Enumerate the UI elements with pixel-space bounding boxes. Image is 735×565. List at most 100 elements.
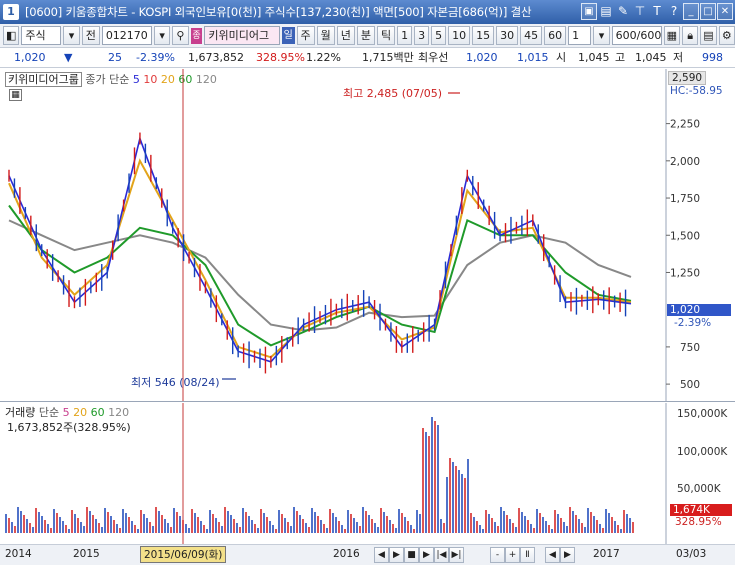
best-ask-label: 최우선 <box>418 51 449 64</box>
chevron-down-icon[interactable]: ▾ <box>63 26 80 45</box>
code-dropdown-icon[interactable]: ▾ <box>153 26 171 45</box>
type-select[interactable]: 주식 <box>21 26 62 45</box>
open-price: 1,045 <box>578 51 610 64</box>
volume-tick-100k: 100,000K <box>677 446 728 458</box>
window-number: 1 <box>3 4 19 20</box>
period-tick-button[interactable]: 틱 <box>377 26 396 45</box>
maximize-icon[interactable]: □ <box>700 3 716 20</box>
period-week-button[interactable]: 주 <box>296 26 315 45</box>
last-button[interactable]: ▶| <box>449 547 464 563</box>
interval-60-button[interactable]: 60 <box>544 26 567 45</box>
low-label: 저 <box>673 51 684 64</box>
volume-panel[interactable]: 거래량 단순 5 20 60 120 1,673,852주(328.95%) 1… <box>0 403 735 544</box>
date-2017: 2017 <box>593 548 620 560</box>
price-tick-label: 1,500 <box>670 230 700 242</box>
volume: 1,673,852 <box>188 51 244 64</box>
interval-10-button[interactable]: 10 <box>448 26 471 45</box>
menu-icon[interactable]: ◧ <box>3 26 20 45</box>
volume-tick-50k: 50,000K <box>677 483 721 495</box>
play-button[interactable]: ▶ <box>419 547 434 563</box>
volume-pct-tag: 328.95% <box>675 516 722 528</box>
change-percent: -2.39% <box>136 51 175 64</box>
zoom-in-button[interactable]: + <box>505 547 520 563</box>
best-ask: 1,020 <box>466 51 498 64</box>
date-current: 03/03 <box>676 548 707 560</box>
interval-15-button[interactable]: 15 <box>472 26 495 45</box>
pin-icon[interactable]: ⊤ <box>632 3 648 20</box>
font-icon[interactable]: T <box>649 3 665 20</box>
turnover: 1.22% <box>306 51 341 64</box>
period-month-button[interactable]: 월 <box>316 26 335 45</box>
pause-button[interactable]: Ⅱ <box>520 547 535 563</box>
help-icon[interactable]: ? <box>666 3 682 20</box>
scroll-left-button[interactable]: ◀ <box>374 547 389 563</box>
interval-5-button[interactable]: 5 <box>431 26 447 45</box>
high-price: 1,045 <box>635 51 667 64</box>
current-change-tag: -2.39% <box>674 317 712 329</box>
amount: 1,715백만 <box>362 51 414 64</box>
open-label: 시 <box>556 51 567 64</box>
search-icon[interactable]: ⚲ <box>172 26 189 45</box>
volume-chart-svg <box>5 403 667 544</box>
bottom-bar: 2014 2015 2015/06/09(화) 2016 ◀ ▶ ■ ▶ |◀ … <box>0 544 735 565</box>
date-2014: 2014 <box>5 548 32 560</box>
chart-toolbar: ◧ 주식 ▾ 전 012170 ▾ ⚲ 종 키위미디어그 일 주 월 년 분 틱… <box>0 24 735 48</box>
title-bar-icons: ▣ ▤ ✎ ⊤ T ? _ □ ✕ <box>581 3 733 20</box>
current-price: 1,020 <box>14 51 46 64</box>
interval-3-button[interactable]: 3 <box>414 26 430 45</box>
high-marker: 최고 2,485 (07/05) <box>343 87 443 100</box>
edit-icon[interactable]: ✎ <box>615 3 631 20</box>
interval-dropdown-icon[interactable]: ▾ <box>593 26 610 45</box>
price-tick-label: 750 <box>680 342 700 354</box>
close-icon[interactable]: ✕ <box>717 3 733 20</box>
code-input[interactable]: 012170 <box>101 26 152 45</box>
top-price-tag: 2,590 <box>668 71 707 85</box>
period-day-button[interactable]: 일 <box>281 27 295 44</box>
save-icon[interactable]: ▤ <box>598 3 614 20</box>
stop-button[interactable]: ■ <box>404 547 419 563</box>
window-title: [0600] 키움종합차트 - KOSPI 외국인보유[0(천)] 주식수[13… <box>25 5 532 19</box>
grid-icon[interactable]: ▦ <box>663 26 680 45</box>
volume-current-tag: 1,674K <box>670 504 732 516</box>
name-tag: 종 <box>190 27 203 44</box>
price-panel[interactable]: 키위미디어그룹 종가 단순 5 10 20 60 120 ▦ 2,250 2,00… <box>0 69 735 402</box>
interval-45-button[interactable]: 45 <box>520 26 543 45</box>
price-chart-svg: 2,250 2,000 1,750 1,500 1,250 750 500 <box>8 69 700 401</box>
name-input[interactable]: 키위미디어그 <box>204 26 280 45</box>
hc-label: HC:-58.95 <box>670 85 723 97</box>
volume-tick-150k: 150,000K <box>677 408 728 420</box>
minimize-icon[interactable]: _ <box>683 3 699 20</box>
price-tick-label: 1,750 <box>670 193 700 205</box>
zoom-out-button[interactable]: - <box>490 547 505 563</box>
save-chart-icon[interactable]: ▤ <box>700 26 717 45</box>
best-bid: 1,015 <box>517 51 549 64</box>
low-marker: 최저 546 (08/24) <box>131 376 220 389</box>
quote-row: 1,020 ▼ 25 -2.39% 1,673,852 328.95% 1.22… <box>0 48 735 68</box>
date-2015: 2015 <box>73 548 100 560</box>
first-button[interactable]: |◀ <box>434 547 449 563</box>
price-tick-label: 2,250 <box>670 119 700 131</box>
interval-select[interactable]: 1 <box>568 26 592 45</box>
interval-1-button[interactable]: 1 <box>397 26 413 45</box>
low-price: 998 <box>702 51 723 64</box>
volume-ratio: 328.95% <box>256 51 305 64</box>
price-tick-label: 2,000 <box>670 156 700 168</box>
period-minute-button[interactable]: 분 <box>356 26 376 45</box>
high-label: 고 <box>615 51 626 64</box>
change-direction-icon: ▼ <box>64 51 73 64</box>
date-2016: 2016 <box>333 548 360 560</box>
title-bar: 1 [0600] 키움종합차트 - KOSPI 외국인보유[0(천)] 주식수[… <box>0 0 735 24</box>
price-tick-label: 500 <box>680 379 700 391</box>
scroll-right-button[interactable]: ▶ <box>389 547 404 563</box>
next-page-button[interactable]: ▶ <box>560 547 575 563</box>
count-display[interactable]: 600/600 <box>611 26 662 45</box>
window-icon[interactable]: ▣ <box>581 3 597 20</box>
change-value: 25 <box>108 51 122 64</box>
settings-icon[interactable]: ⚙ <box>718 26 735 45</box>
period-year-button[interactable]: 년 <box>336 26 355 45</box>
price-tick-label: 1,250 <box>670 267 700 279</box>
interval-30-button[interactable]: 30 <box>496 26 519 45</box>
lock-icon[interactable]: 🔒︎ <box>681 26 699 45</box>
all-button[interactable]: 전 <box>81 26 100 45</box>
prev-page-button[interactable]: ◀ <box>545 547 560 563</box>
